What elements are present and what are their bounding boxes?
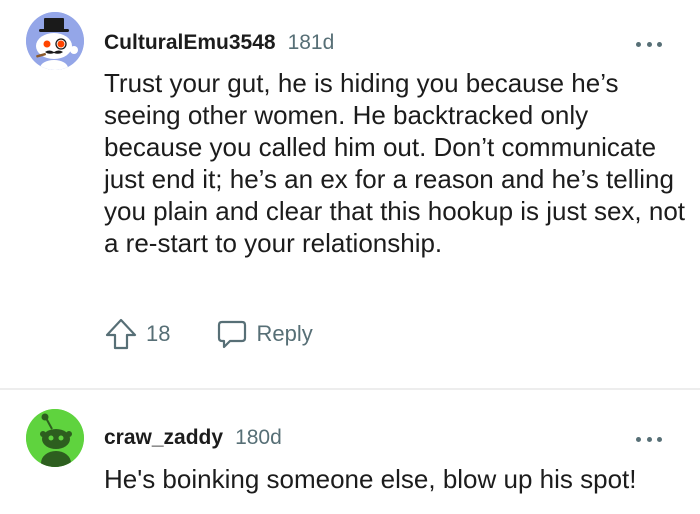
more-dots-icon[interactable] [636,40,662,48]
username[interactable]: CulturalEmu3548 [104,31,276,55]
comment-actions: 18 Reply [104,317,313,351]
upvote-arrow-icon [105,318,137,350]
snoo-green-avatar-icon [26,409,84,467]
more-dots-icon[interactable] [636,435,662,443]
comment-age: 181d [287,31,335,54]
vote-count: 18 [146,321,171,346]
comment-age: 180d [235,426,282,449]
avatar[interactable] [26,12,84,70]
reply-button[interactable]: Reply [216,318,313,350]
speech-bubble-icon [218,320,247,349]
comment-text: Trust your gut, he is hiding you because… [104,68,686,258]
comment-header: craw_zaddy 180d [104,426,282,450]
snoo-top-hat-avatar-icon [26,12,84,70]
reply-label: Reply [256,321,313,346]
comment-text: He's boinking someone else, blow up his … [104,464,637,494]
divider [0,388,700,390]
avatar[interactable] [26,409,84,467]
username[interactable]: craw_zaddy [104,426,223,450]
upvote-button[interactable]: 18 [104,317,170,351]
comment-header: CulturalEmu3548 181d [104,31,334,55]
